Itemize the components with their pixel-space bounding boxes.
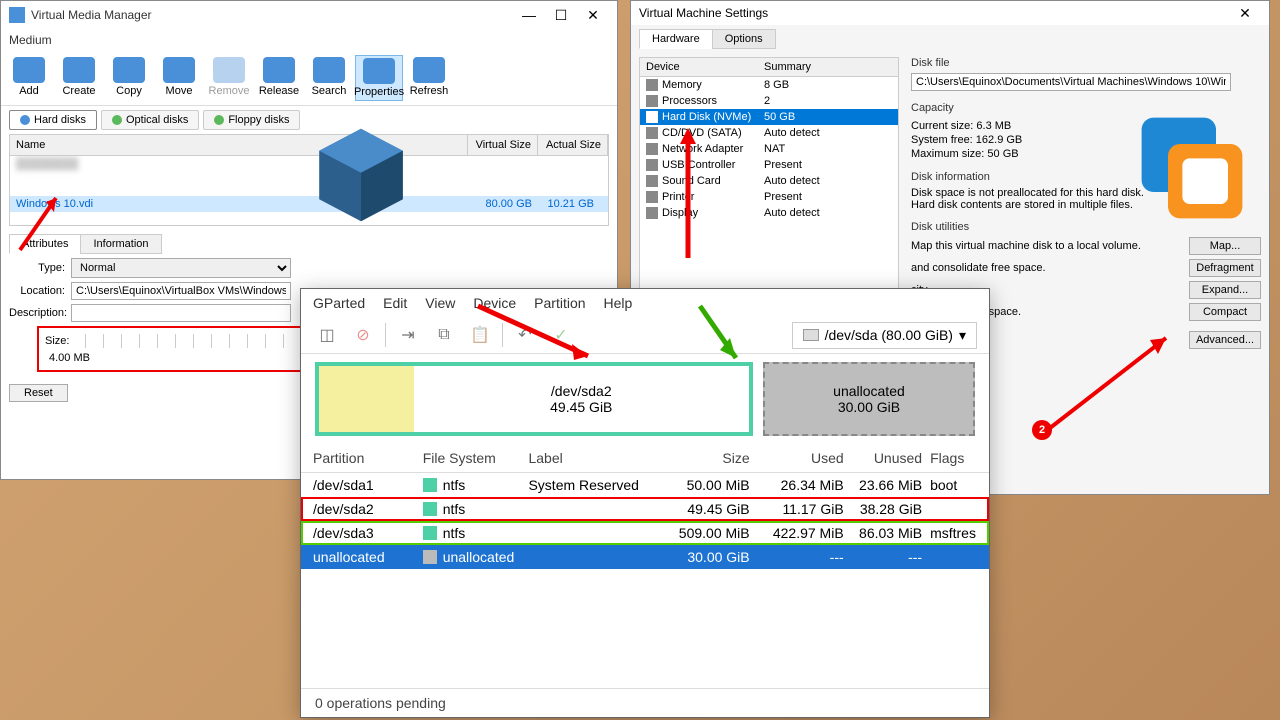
label-type: Type: — [9, 262, 71, 274]
device-row-network-adapter[interactable]: Network AdapterNAT — [640, 141, 898, 157]
device-row-cd-dvd-sata-[interactable]: CD/DVD (SATA)Auto detect — [640, 125, 898, 141]
compact-button[interactable]: Compact — [1189, 303, 1261, 321]
tool-release[interactable]: Release — [255, 55, 303, 101]
chevron-down-icon: ▾ — [959, 327, 966, 344]
select-type[interactable]: Normal — [71, 258, 291, 278]
partition-row[interactable]: /dev/sda3ntfs509.00 MiB422.97 MiB86.03 M… — [301, 521, 989, 545]
new-partition-icon[interactable]: ◫ — [313, 321, 341, 349]
tab-hard-disks[interactable]: Hard disks — [9, 110, 97, 130]
partition-row[interactable]: unallocatedunallocated30.00 GiB------ — [301, 545, 989, 569]
tab-floppy-disks[interactable]: Floppy disks — [203, 110, 300, 130]
tool-properties[interactable]: Properties — [355, 55, 403, 101]
input-location[interactable] — [71, 282, 291, 300]
partition-row[interactable]: /dev/sda2ntfs49.45 GiB11.17 GiB38.28 GiB — [301, 497, 989, 521]
device-row-memory[interactable]: Memory8 GB — [640, 77, 898, 93]
partition-row[interactable]: /dev/sda1ntfsSystem Reserved50.00 MiB26.… — [301, 473, 989, 497]
gparted-statusbar: 0 operations pending — [301, 688, 989, 717]
device-row-processors[interactable]: Processors2 — [640, 93, 898, 109]
device-row-display[interactable]: DisplayAuto detect — [640, 205, 898, 221]
label-description: Description: — [9, 307, 71, 319]
tool-copy[interactable]: Copy — [105, 55, 153, 101]
menu-device[interactable]: Device — [473, 295, 516, 311]
maximize-button[interactable]: ☐ — [545, 3, 577, 27]
vbox-titlebar: Virtual Media Manager — ☐ ✕ — [1, 1, 617, 29]
vmware-logo — [1132, 108, 1252, 228]
menu-gparted[interactable]: GParted — [313, 295, 365, 311]
device-row-printer[interactable]: PrinterPresent — [640, 189, 898, 205]
label-size: Size: — [45, 335, 85, 347]
resize-icon[interactable]: ⇥ — [394, 321, 422, 349]
apply-icon[interactable]: ✓ — [547, 321, 575, 349]
tool-add[interactable]: Add — [5, 55, 53, 101]
tab-attributes[interactable]: Attributes — [9, 234, 81, 254]
vbox-menu-medium[interactable]: Medium — [1, 29, 617, 51]
reset-button[interactable]: Reset — [9, 384, 68, 402]
unallocated-viz[interactable]: unallocated 30.00 GiB — [763, 362, 975, 436]
tool-refresh[interactable]: Refresh — [405, 55, 453, 101]
device-row-hard-disk-nvme-[interactable]: Hard Disk (NVMe)50 GB — [640, 109, 898, 125]
tool-create[interactable]: Create — [55, 55, 103, 101]
gparted-menubar: GParted Edit View Device Partition Help — [301, 289, 989, 317]
tab-information[interactable]: Information — [80, 234, 161, 254]
undo-icon[interactable]: ↶ — [511, 321, 539, 349]
disk-icon — [803, 329, 819, 341]
disk-file-input[interactable] — [911, 73, 1231, 91]
tool-move[interactable]: Move — [155, 55, 203, 101]
defragment-button[interactable]: Defragment — [1189, 259, 1261, 277]
vmware-titlebar: Virtual Machine Settings ✕ — [631, 1, 1269, 25]
device-row-sound-card[interactable]: Sound CardAuto detect — [640, 173, 898, 189]
input-description[interactable] — [71, 304, 291, 322]
partition-table-header: Partition File System Label Size Used Un… — [301, 444, 989, 473]
close-button[interactable]: ✕ — [577, 3, 609, 27]
menu-view[interactable]: View — [425, 295, 455, 311]
expand-button[interactable]: Expand... — [1189, 281, 1261, 299]
paste-icon[interactable]: 📋 — [466, 321, 494, 349]
step-badge-2: 2 — [1032, 420, 1052, 440]
menu-partition[interactable]: Partition — [534, 295, 585, 311]
minimize-button[interactable]: — — [513, 3, 545, 27]
gparted-window: GParted Edit View Device Partition Help … — [300, 288, 990, 718]
vbox-title: Virtual Media Manager — [31, 8, 513, 22]
device-selector[interactable]: /dev/sda (80.00 GiB) ▾ — [792, 322, 977, 349]
tab-optical-disks[interactable]: Optical disks — [101, 110, 199, 130]
copy-icon[interactable]: ⧉ — [430, 321, 458, 349]
close-button[interactable]: ✕ — [1229, 1, 1261, 25]
menu-edit[interactable]: Edit — [383, 295, 407, 311]
partition-visualization: /dev/sda2 49.45 GiB unallocated 30.00 Gi… — [315, 362, 975, 436]
disk-file-label: Disk file — [911, 57, 1261, 69]
device-row-usb-controller[interactable]: USB ControllerPresent — [640, 157, 898, 173]
vbox-app-icon — [9, 7, 25, 23]
tab-hardware[interactable]: Hardware — [639, 29, 713, 49]
tool-remove: Remove — [205, 55, 253, 101]
advanced-button[interactable]: Advanced... — [1189, 331, 1261, 349]
map-button[interactable]: Map... — [1189, 237, 1261, 255]
label-location: Location: — [9, 285, 71, 297]
tab-options[interactable]: Options — [712, 29, 776, 49]
vbox-toolbar: Add Create Copy Move Remove Release Sear… — [1, 51, 617, 106]
tool-search[interactable]: Search — [305, 55, 353, 101]
virtualbox-logo — [306, 120, 416, 230]
menu-help[interactable]: Help — [604, 295, 633, 311]
partition-sda2-viz[interactable]: /dev/sda2 49.45 GiB — [315, 362, 753, 436]
delete-icon[interactable]: ⊘ — [349, 321, 377, 349]
